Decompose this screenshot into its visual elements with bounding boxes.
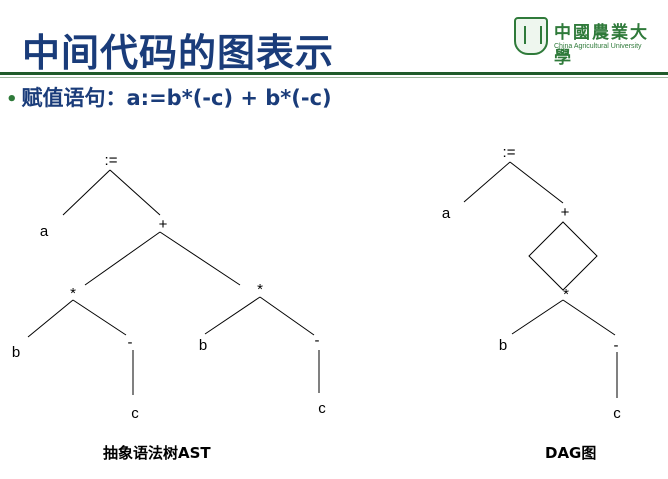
dag-shared-edges-plus-mul: [528, 221, 598, 291]
ast-node-b-left: b: [12, 344, 20, 361]
ast-node-c-left: c: [131, 405, 139, 422]
dag-node-root: :=: [503, 144, 516, 161]
dag-node-a: a: [442, 205, 451, 222]
ast-node-b-right: b: [199, 337, 207, 354]
ast-node-mul-left: *: [70, 285, 76, 302]
ast-node-neg-left: -: [128, 334, 133, 351]
dag-node-mul: *: [563, 286, 569, 303]
tree-diagrams: := a + * * b - c b - c := a + * b - c: [12, 144, 621, 422]
ast-node-plus: +: [159, 216, 168, 233]
dag-tree: [463, 161, 618, 398]
ast-node-mul-right: *: [257, 281, 263, 298]
ast-node-c-right: c: [318, 400, 326, 417]
dag-node-c: c: [613, 405, 621, 422]
dag-edge-root-a: [463, 161, 511, 203]
dag-node-b: b: [499, 337, 507, 354]
ast-node-root: :=: [105, 152, 118, 169]
dag-node-neg: -: [614, 337, 619, 354]
ast-edge-root-a: [62, 169, 111, 216]
dag-caption: DAG图: [545, 444, 597, 462]
dag-node-plus: +: [561, 204, 570, 221]
ast-tree: [27, 169, 320, 395]
dag-edge-root-plus: [509, 161, 564, 204]
ast-node-neg-right: -: [315, 332, 320, 349]
dag-edge-mul-neg: [562, 299, 616, 336]
dag-labels: := a + * b - c: [442, 144, 621, 422]
ast-edge-root-plus: [109, 169, 161, 216]
ast-edge-mul-left-neg: [72, 299, 127, 336]
ast-edge-plus-mul-right: [159, 231, 241, 286]
ast-labels: := a + * * b - c b - c: [12, 152, 326, 422]
dag-edge-mul-b: [511, 299, 564, 335]
ast-node-a: a: [40, 223, 49, 240]
ast-edge-mul-right-neg: [259, 296, 315, 336]
ast-edge-plus-mul-left: [84, 231, 161, 286]
ast-edge-mul-right-b: [204, 296, 261, 335]
ast-caption: 抽象语法树AST: [103, 444, 211, 462]
ast-edge-mul-left-b: [27, 299, 74, 338]
